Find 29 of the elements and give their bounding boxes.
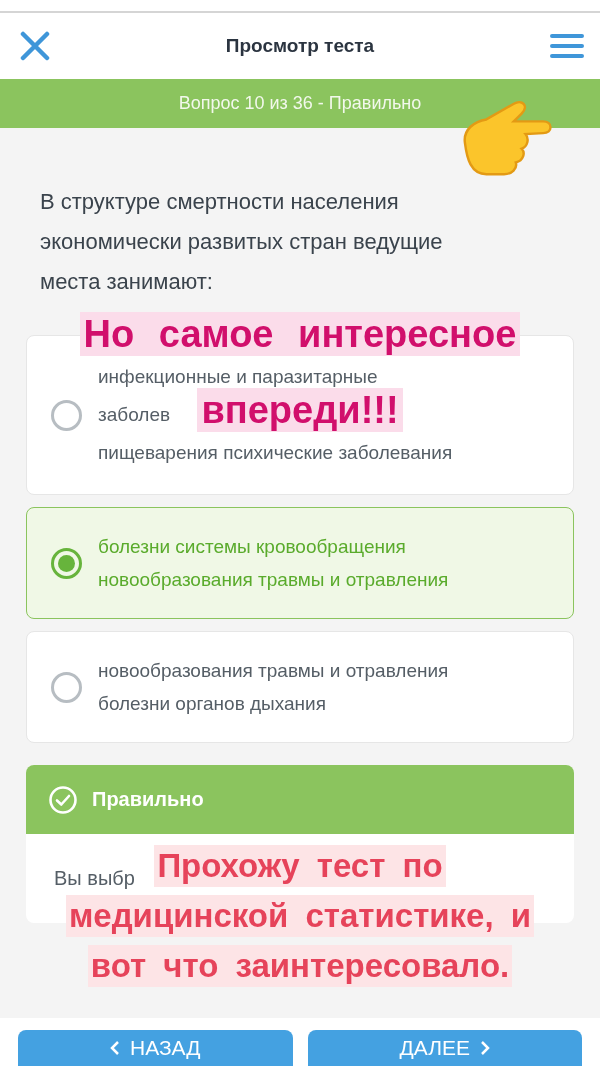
menu-icon[interactable] xyxy=(550,33,584,59)
question-text: В структуре смертности населения экономически развитых стран ведущие места занимают: xyxy=(39,188,444,296)
next-button[interactable]: ДАЛЕЕ xyxy=(307,1030,582,1066)
caption-text: медицинской статистике, и xyxy=(65,895,535,937)
caption-text: впереди!!! xyxy=(197,388,403,432)
answer-option[interactable]: болезни системы кровообращения новообразования травмы и отравления xyxy=(26,507,574,619)
answer-option[interactable]: новообразования травмы и отравления болезни органов дыхания xyxy=(26,631,574,743)
caption-text: вот что заинтересовало. xyxy=(87,945,513,987)
chevron-right-icon xyxy=(480,1040,490,1056)
caption-text: Прохожу тест по xyxy=(154,845,446,887)
result-title: Правильно xyxy=(92,788,204,811)
check-circle-icon xyxy=(48,784,78,815)
option-text: пищеварения психические заболевания xyxy=(98,441,453,465)
back-button[interactable]: НАЗАД xyxy=(18,1030,293,1066)
option-text: новообразования травмы и отравления xyxy=(98,659,449,683)
radio-button[interactable] xyxy=(51,399,82,431)
status-bar: Вопрос 10 из 36 - Правильно xyxy=(0,79,600,128)
option-text: болезни системы кровообращения xyxy=(98,535,406,559)
option-text: новообразования травмы и отравления xyxy=(98,568,449,592)
radio-button[interactable] xyxy=(51,671,82,703)
radio-button[interactable] xyxy=(51,547,82,579)
chevron-left-icon xyxy=(109,1040,120,1056)
option-text: заболев xyxy=(98,403,171,427)
close-icon[interactable] xyxy=(20,31,50,61)
option-text: инфекционные и паразитарные xyxy=(98,365,378,389)
caption-text: Но самое интересное xyxy=(79,312,521,356)
option-text: болезни органов дыхания xyxy=(98,692,326,716)
result-text: Вы выбр xyxy=(54,867,135,890)
page-title: Просмотр теста xyxy=(225,35,375,57)
